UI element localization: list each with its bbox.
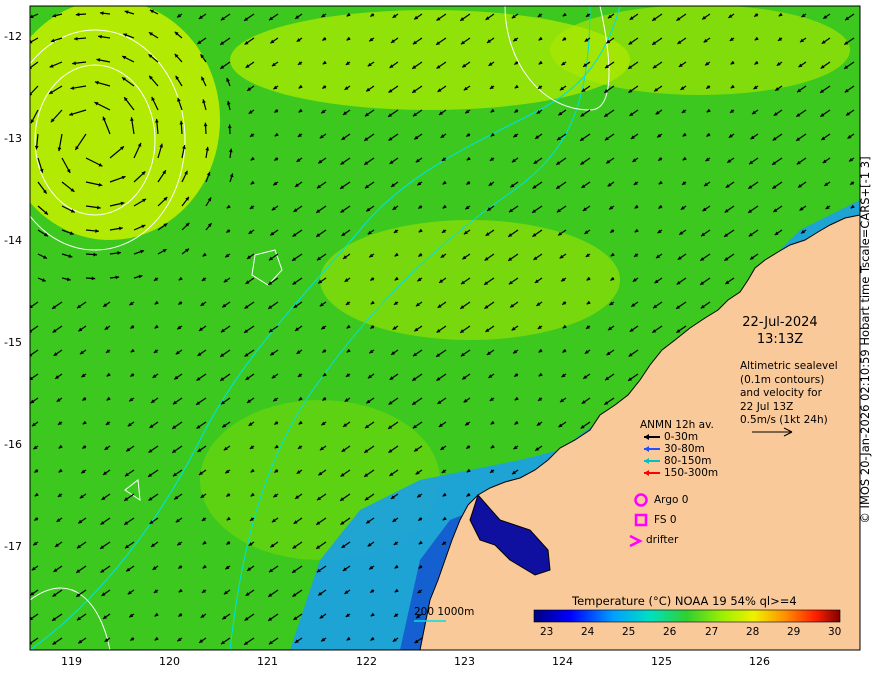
date-day: 22-Jul-2024: [742, 315, 818, 330]
lat-tick: -14: [4, 234, 22, 247]
colorbar-tick: 29: [787, 626, 801, 638]
date-time: 13:13Z: [756, 332, 804, 347]
lon-tick: 119: [61, 655, 82, 668]
fs-label: FS 0: [654, 514, 677, 526]
map-date: 22-Jul-2024 13:13Z: [730, 314, 830, 348]
lon-tick: 123: [454, 655, 475, 668]
colorbar-tick: 30: [828, 626, 842, 638]
lon-tick: 121: [257, 655, 278, 668]
lon-tick: 122: [356, 655, 377, 668]
colorbar-tick: 26: [663, 626, 677, 638]
colorbar-tick: 28: [746, 626, 760, 638]
anmn-depth-label: 0-30m: [664, 431, 699, 443]
lat-tick: -17: [4, 540, 22, 553]
anmn-depth-label: 150-300m: [664, 467, 719, 479]
lat-tick: -16: [4, 438, 22, 451]
anmn-depth-label: 80-150m: [664, 455, 712, 467]
drifter-label: drifter: [646, 534, 679, 546]
colorbar-tick: 27: [705, 626, 719, 638]
colorbar-tick: 24: [581, 626, 595, 638]
lon-tick: 126: [749, 655, 770, 668]
colorbar-title: Temperature (°C) NOAA 19 54% ql>=4: [572, 594, 797, 608]
colorbar-tick: 23: [540, 626, 554, 638]
map-figure: -12 -13 -14 -15 -16 -17 119 120 121 122 …: [0, 0, 880, 680]
depth-legend-label: 200 1000m: [414, 606, 475, 618]
lon-tick: 124: [552, 655, 573, 668]
argo-label: Argo 0: [654, 494, 689, 506]
lon-tick: 125: [651, 655, 672, 668]
colorbar: [533, 609, 841, 623]
lon-tick: 120: [159, 655, 180, 668]
lat-tick: -15: [4, 336, 22, 349]
altimetry-note: Altimetric sealevel (0.1m contours) and …: [740, 360, 838, 426]
lat-tick: -13: [4, 132, 22, 145]
anmn-depth-label: 30-80m: [664, 443, 705, 455]
colorbar-tick: 25: [622, 626, 636, 638]
copyright-note: © IMOS 20-Jan-2026 02:10:59 Hobart time …: [858, 156, 872, 524]
warm-patch-central: [320, 220, 620, 340]
anmn-legend-title: ANMN 12h av.: [640, 419, 714, 431]
warm-patch-east: [550, 6, 850, 95]
lat-tick: -12: [4, 30, 22, 43]
